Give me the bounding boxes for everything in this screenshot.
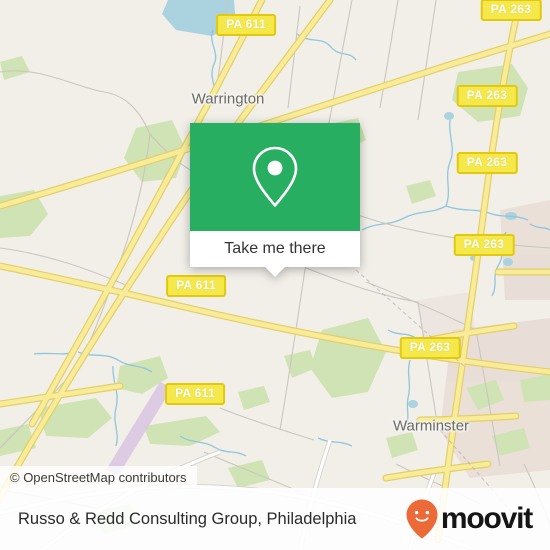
place-label-warminster: Warminster: [392, 417, 470, 435]
footer-bar: Russo & Redd Consulting Group, Philadelp…: [0, 488, 550, 550]
road-shield-pa-611[interactable]: PA 611: [166, 275, 226, 297]
map-attribution[interactable]: © OpenStreetMap contributors: [0, 466, 197, 488]
road-shield-pa-263[interactable]: PA 263: [453, 234, 515, 256]
road-shield-pa-611[interactable]: PA 611: [216, 14, 276, 36]
callout-action-area[interactable]: Take me there: [190, 231, 360, 277]
location-pin-icon: [252, 146, 298, 207]
moovit-wordmark: moovit: [440, 502, 533, 535]
road-shield-pa-263[interactable]: PA 263: [480, 0, 542, 21]
place-label-warrington: Warrington: [191, 90, 265, 108]
road-shield-pa-263[interactable]: PA 263: [399, 337, 461, 359]
moovit-smiley-pin-icon: [406, 499, 438, 539]
road-shield-pa-611[interactable]: PA 611: [165, 383, 225, 405]
road-shield-pa-263[interactable]: PA 263: [456, 152, 518, 174]
location-callout-card[interactable]: Take me there: [190, 123, 360, 277]
take-me-there-label: Take me there: [224, 240, 326, 257]
moovit-brand[interactable]: moovit: [405, 498, 533, 540]
callout-pin-area: [190, 123, 360, 231]
map-screenshot: Warrington Warminster PA 611 PA 263 PA 2…: [0, 0, 550, 550]
attribution-text: © OpenStreetMap contributors: [10, 469, 187, 485]
callout-tail: [264, 266, 286, 277]
footer-place-title: Russo & Redd Consulting Group, Philadelp…: [18, 509, 357, 528]
road-shield-pa-263[interactable]: PA 263: [456, 85, 518, 107]
